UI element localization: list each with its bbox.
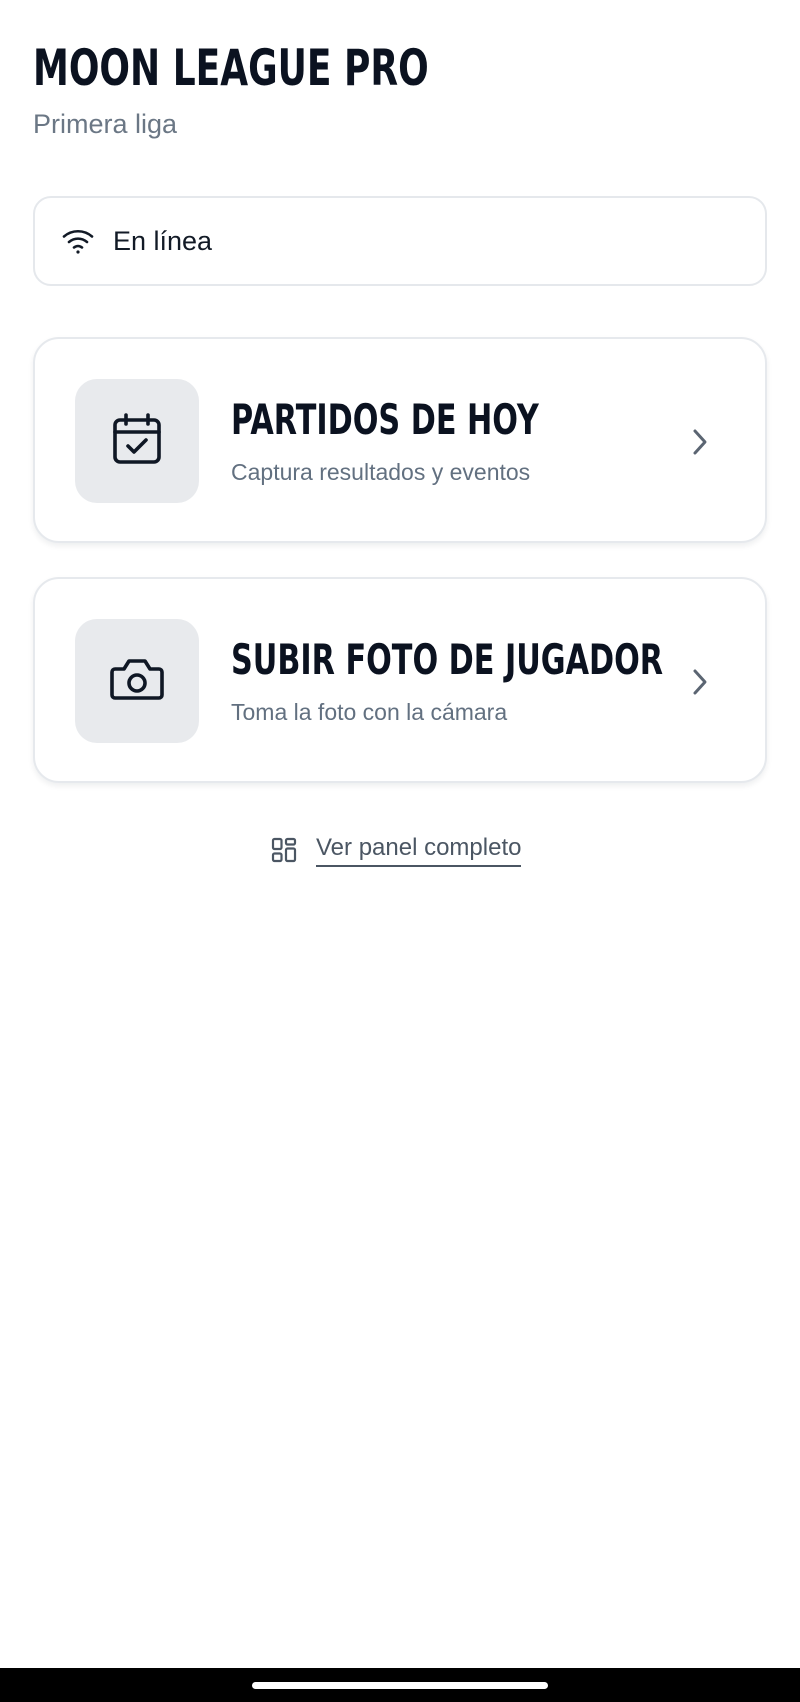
upload-player-photo-title: SUBIR FOTO DE JUGADOR <box>231 635 664 684</box>
home-indicator[interactable] <box>252 1682 548 1689</box>
upload-player-photo-card[interactable]: SUBIR FOTO DE JUGADOR Toma la foto con l… <box>33 577 767 783</box>
system-navigation-bar <box>0 1668 800 1702</box>
view-full-panel-label: Ver panel completo <box>316 833 522 867</box>
league-subtitle: Primera liga <box>33 109 178 139</box>
home-screen: MOON LEAGUE PRO Primera liga En línea PA… <box>0 0 800 1702</box>
app-title: MOON LEAGUE PRO <box>33 39 429 97</box>
calendar-icon-tile <box>75 379 199 503</box>
view-full-panel-link[interactable]: Ver panel completo <box>270 830 522 870</box>
camera-icon <box>109 655 165 708</box>
connection-status-text: En línea <box>113 226 213 256</box>
chevron-right-icon <box>685 425 715 459</box>
todays-matches-title: PARTIDOS DE HOY <box>231 395 539 444</box>
connection-status: En línea <box>33 196 767 286</box>
calendar-check-icon <box>111 412 163 471</box>
chevron-right-icon <box>685 665 715 699</box>
todays-matches-card[interactable]: PARTIDOS DE HOY Captura resultados y eve… <box>33 337 767 543</box>
wifi-icon <box>59 222 97 260</box>
upload-player-photo-description: Toma la foto con la cámara <box>231 699 508 725</box>
grid-icon <box>270 836 298 864</box>
camera-icon-tile <box>75 619 199 743</box>
todays-matches-description: Captura resultados y eventos <box>231 459 531 485</box>
